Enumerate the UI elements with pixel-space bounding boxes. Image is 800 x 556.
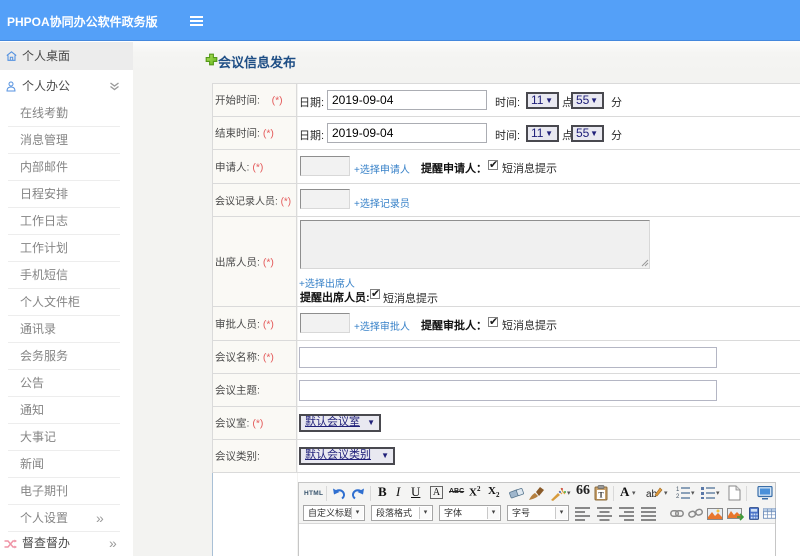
svg-text:1: 1	[676, 487, 680, 493]
svg-text:T: T	[598, 491, 604, 500]
svg-text:2: 2	[676, 494, 680, 499]
